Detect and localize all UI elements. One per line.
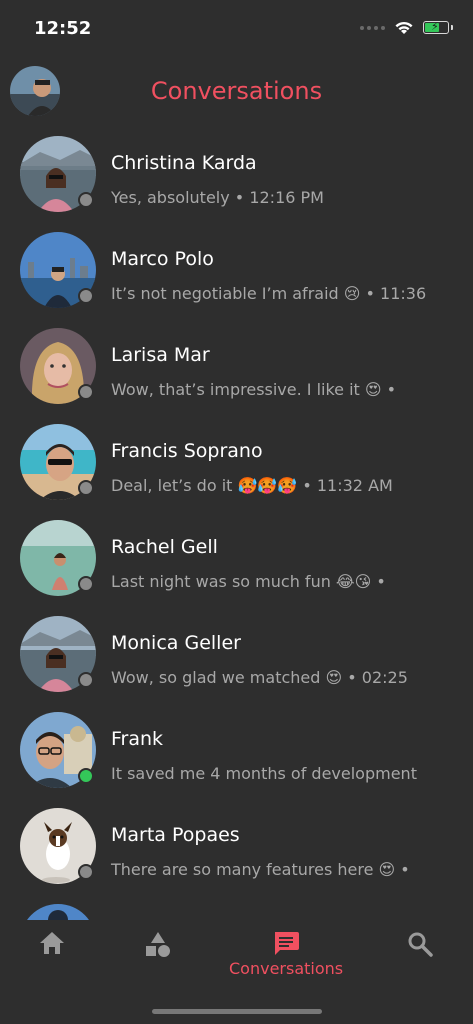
conversation-row[interactable]: Marta Popaes There are so many features … xyxy=(0,800,473,896)
battery-cap xyxy=(451,25,453,30)
conversation-row[interactable]: Rachel Gell Last night was so much fun 😂… xyxy=(0,512,473,608)
conversation-row[interactable]: Frank It saved me 4 months of developmen… xyxy=(0,704,473,800)
tab-categories[interactable] xyxy=(144,930,172,958)
avatar xyxy=(20,424,96,500)
last-message: Wow, that’s impressive. I like it 😍 • xyxy=(111,380,397,399)
presence-indicator xyxy=(78,384,94,400)
last-message: Deal, let’s do it 🥵🥵🥵 • 11:32 AM xyxy=(111,476,393,495)
presence-indicator xyxy=(78,480,94,496)
conversation-row[interactable]: Francis Soprano Deal, let’s do it 🥵🥵🥵 • … xyxy=(0,416,473,512)
contact-name: Frank xyxy=(111,728,164,750)
last-message: There are so many features here 😍 • xyxy=(111,860,410,879)
contact-name: Marta Popaes xyxy=(111,824,240,846)
last-message: Yes, absolutely • 12:16 PM xyxy=(111,188,324,207)
presence-indicator xyxy=(78,192,94,208)
last-message: Wow, so glad we matched 😍 • 02:25 xyxy=(111,668,408,687)
contact-name: Francis Soprano xyxy=(111,440,263,462)
tab-search[interactable] xyxy=(406,930,434,958)
presence-indicator xyxy=(78,288,94,304)
conversation-row[interactable]: Christina Karda Yes, absolutely • 12:16 … xyxy=(0,128,473,224)
shapes-icon xyxy=(146,932,170,957)
last-message: Last night was so much fun 😂😘 • xyxy=(111,572,386,591)
contact-name: Monica Geller xyxy=(111,632,241,654)
contact-name: Larisa Mar xyxy=(111,344,210,366)
tab-conversations[interactable]: Conversations xyxy=(229,930,343,978)
battery-icon: ⚡ xyxy=(423,20,449,34)
conversation-row[interactable] xyxy=(0,896,473,920)
conversation-row[interactable]: Larisa Mar Wow, that’s impressive. I lik… xyxy=(0,320,473,416)
presence-indicator xyxy=(78,864,94,880)
tab-bar: Conversations xyxy=(0,920,473,1024)
avatar xyxy=(20,904,96,920)
tab-home[interactable] xyxy=(38,930,66,956)
avatar xyxy=(20,616,96,692)
avatar xyxy=(20,328,96,404)
contact-name: Rachel Gell xyxy=(111,536,218,558)
page-title: Conversations xyxy=(150,77,323,105)
status-icons: ⚡ xyxy=(360,20,453,35)
conversation-list[interactable]: Christina Karda Yes, absolutely • 12:16 … xyxy=(0,128,473,920)
status-time: 12:52 xyxy=(34,18,92,39)
avatar xyxy=(20,232,96,308)
last-message: It saved me 4 months of development xyxy=(111,764,417,783)
contact-name: Marco Polo xyxy=(111,248,214,270)
presence-indicator xyxy=(78,768,94,784)
contact-name: Christina Karda xyxy=(111,152,257,174)
conversation-row[interactable]: Marco Polo It’s not negotiable I’m afrai… xyxy=(0,224,473,320)
avatar xyxy=(20,808,96,884)
avatar xyxy=(20,136,96,212)
status-bar: 12:52 ⚡ xyxy=(0,0,473,58)
home-icon xyxy=(40,932,64,954)
presence-indicator xyxy=(78,576,94,592)
chat-icon xyxy=(275,932,300,955)
tab-label: Conversations xyxy=(229,959,344,978)
signal-icon xyxy=(360,25,385,30)
wifi-icon xyxy=(394,20,414,35)
search-icon xyxy=(408,932,433,957)
home-indicator[interactable] xyxy=(152,1009,322,1014)
avatar xyxy=(20,520,96,596)
presence-indicator xyxy=(78,672,94,688)
header: Conversations xyxy=(0,62,473,120)
last-message: It’s not negotiable I’m afraid 😢 • 11:36 xyxy=(111,284,427,303)
conversation-row[interactable]: Monica Geller Wow, so glad we matched 😍 … xyxy=(0,608,473,704)
avatar xyxy=(20,712,96,788)
